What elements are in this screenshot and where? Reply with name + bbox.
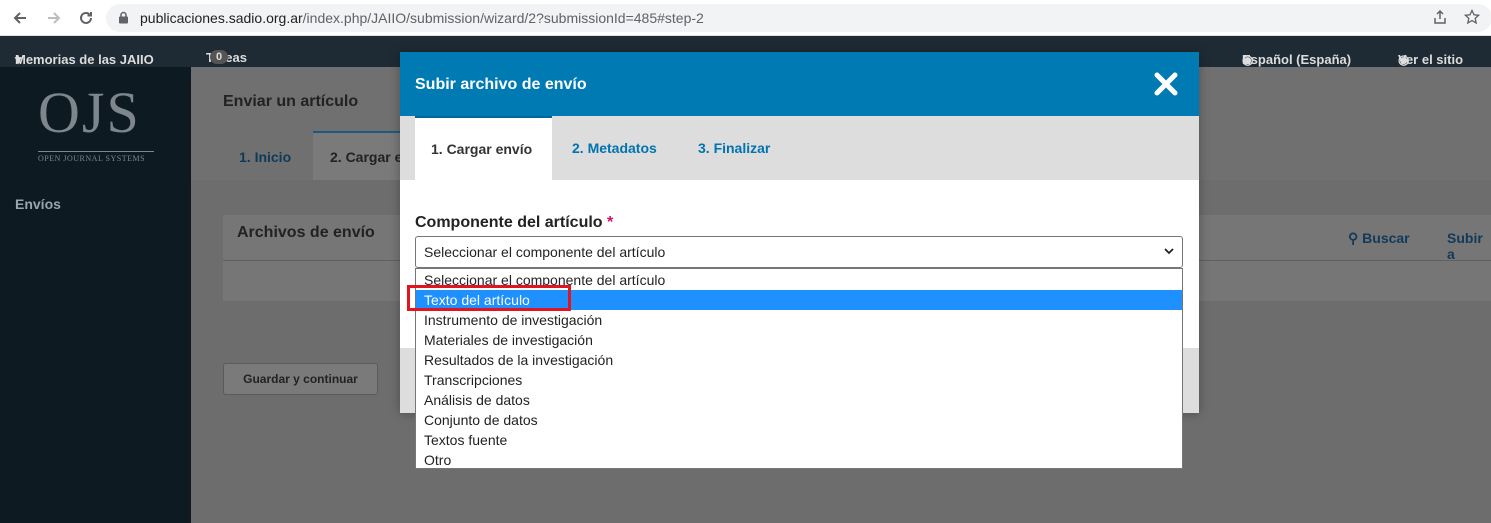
bookmark-star-icon[interactable] — [1463, 8, 1481, 29]
field-label: Componente del artículo * — [415, 214, 614, 231]
browser-toolbar: publicaciones.sadio.org.ar/index.php/JAI… — [0, 0, 1491, 36]
reload-icon[interactable] — [74, 6, 98, 30]
tab-inicio[interactable]: 1. Inicio — [239, 149, 291, 165]
tab-finalizar[interactable]: 3. Finalizar — [682, 116, 786, 180]
chevron-down-icon — [1164, 246, 1174, 258]
highlight-annotation — [407, 285, 571, 311]
option-materiales[interactable]: Materiales de investigación — [416, 330, 1182, 350]
back-arrow-icon[interactable] — [8, 6, 32, 30]
modal-header: Subir archivo de envío — [400, 52, 1199, 116]
url-text: publicaciones.sadio.org.ar/index.php/JAI… — [140, 10, 704, 26]
share-icon[interactable] — [1432, 9, 1448, 29]
option-analisis[interactable]: Análisis de datos — [416, 390, 1182, 410]
ojs-logo-subtitle: OPEN JOURNAL SYSTEMS — [38, 151, 154, 163]
search-link[interactable]: ⚲ Buscar — [1348, 230, 1410, 247]
page-title: Enviar un artículo — [223, 93, 359, 110]
required-mark: * — [607, 214, 614, 231]
option-instrumento[interactable]: Instrumento de investigación — [416, 310, 1182, 330]
option-transcripciones[interactable]: Transcripciones — [416, 370, 1182, 390]
select-value: Seleccionar el componente del artículo — [424, 244, 666, 260]
option-conjunto[interactable]: Conjunto de datos — [416, 410, 1182, 430]
option-textos-fuente[interactable]: Textos fuente — [416, 430, 1182, 450]
save-continue-button[interactable]: Guardar y continuar — [223, 363, 378, 395]
option-resultados[interactable]: Resultados de la investigación — [416, 350, 1182, 370]
modal-title: Subir archivo de envío — [415, 76, 587, 93]
lock-icon — [118, 11, 129, 27]
component-select[interactable]: Seleccionar el componente del artículo — [415, 236, 1183, 268]
modal-tabs: 1. Cargar envío 2. Metadatos 3. Finaliza… — [400, 116, 1199, 180]
forward-arrow-icon[interactable] — [42, 6, 66, 30]
option-otro[interactable]: Otro — [416, 450, 1182, 470]
upload-link[interactable]: Subir a — [1447, 230, 1491, 262]
search-icon: ⚲ — [1348, 230, 1359, 246]
tab-cargar-envio[interactable]: 1. Cargar envío — [415, 116, 552, 180]
close-icon[interactable] — [1152, 70, 1180, 98]
address-bar[interactable]: publicaciones.sadio.org.ar/index.php/JAI… — [106, 4, 1491, 32]
panel-title: Archivos de envío — [237, 224, 375, 241]
chevron-down-icon: ▾ — [15, 52, 22, 67]
sidebar: OJS OPEN JOURNAL SYSTEMS Envíos — [0, 67, 191, 523]
sidebar-item-envios[interactable]: Envíos — [15, 196, 61, 212]
tab-metadatos[interactable]: 2. Metadatos — [556, 116, 673, 180]
tab-cargar[interactable]: 2. Cargar e — [330, 149, 402, 165]
tasks-badge: 0 — [210, 50, 229, 64]
ojs-logo: OJS — [38, 80, 141, 145]
